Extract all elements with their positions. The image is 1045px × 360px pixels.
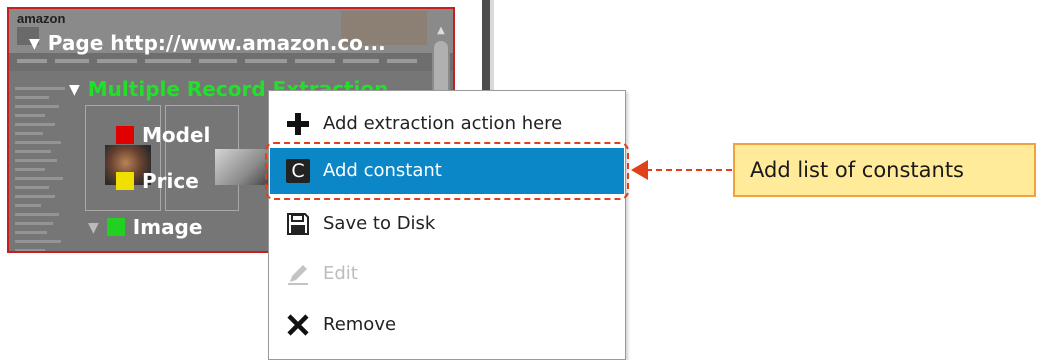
menu-item-label: Save to Disk — [323, 213, 436, 234]
callout-box: Add list of constants — [733, 143, 1036, 197]
field-label: Image — [132, 215, 203, 239]
tree-field-node[interactable]: Model — [116, 123, 210, 147]
collapse-triangle-icon[interactable]: ▼ — [29, 36, 40, 52]
tree-page-node[interactable]: ▼ Page http://www.amazon.co... — [29, 31, 386, 56]
field-color-swatch — [106, 218, 125, 236]
callout-text: Add list of constants — [750, 158, 964, 182]
page-node-label: Page http://www.amazon.co... — [47, 31, 386, 55]
pencil-icon — [288, 265, 308, 285]
callout-arrow-line — [646, 169, 732, 171]
x-icon — [287, 314, 309, 336]
menu-item-add-extraction-action[interactable]: Add extraction action here — [270, 101, 624, 147]
tree-field-node[interactable]: ▼ Image — [88, 215, 202, 240]
menu-item-label: Add extraction action here — [323, 113, 563, 134]
menu-item-save-to-disk[interactable]: Save to Disk — [270, 201, 624, 247]
field-color-swatch — [116, 172, 134, 190]
scroll-up-arrow-icon[interactable]: ▲ — [435, 26, 447, 36]
site-sidebar — [15, 81, 75, 251]
context-menu: Add extraction action here C Add constan… — [268, 90, 626, 360]
collapse-triangle-icon[interactable]: ▼ — [69, 82, 80, 98]
expand-triangle-icon[interactable]: ▼ — [88, 220, 99, 236]
field-label: Price — [142, 169, 199, 193]
menu-item-label: Remove — [323, 314, 397, 335]
tree-field-node[interactable]: Price — [116, 169, 199, 193]
site-logo: amazon — [17, 11, 66, 26]
plus-icon — [287, 113, 309, 135]
menu-item-remove[interactable]: Remove — [270, 302, 624, 348]
selection-highlight-outline — [265, 142, 629, 200]
field-label: Model — [142, 123, 211, 147]
floppy-disk-icon — [287, 213, 309, 235]
field-color-swatch — [116, 126, 134, 144]
menu-item-label: Edit — [323, 263, 358, 284]
menu-item-edit: Edit — [270, 251, 624, 297]
